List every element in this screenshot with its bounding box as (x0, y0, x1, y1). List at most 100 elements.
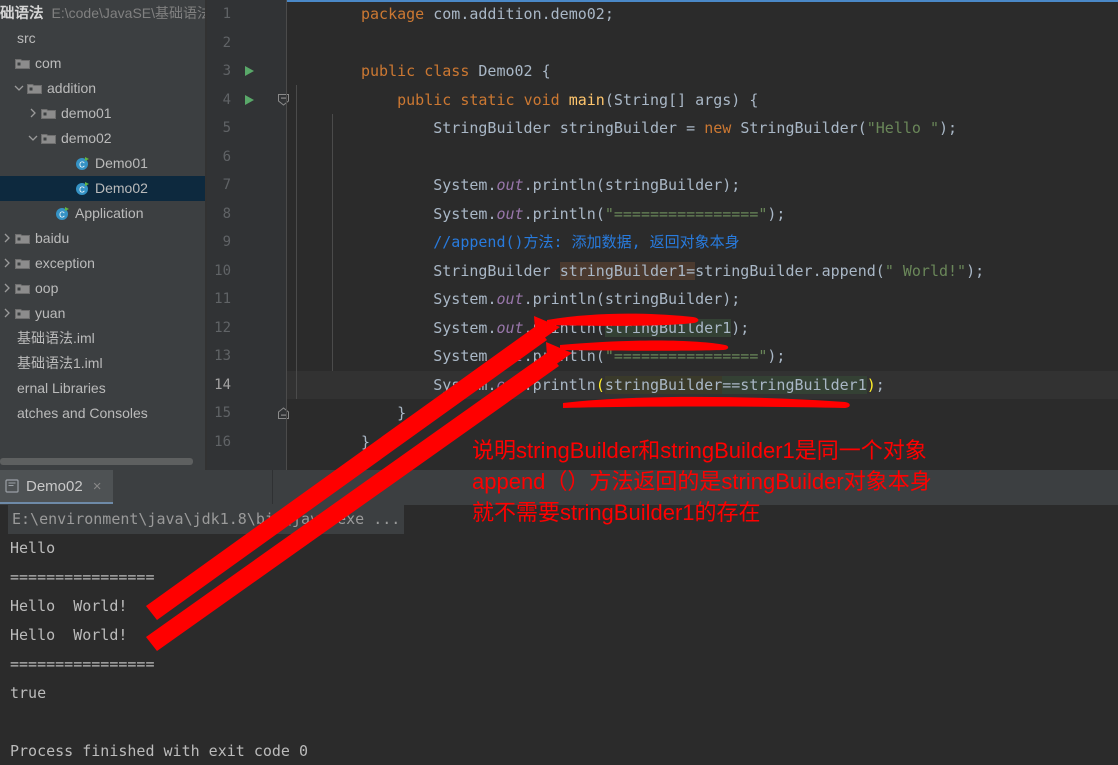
run-gutter-icon[interactable] (242, 86, 256, 115)
folder-icon (39, 107, 57, 120)
code-line-9: //append()方法: 添加数据, 返回对象本身 (433, 233, 740, 251)
tree-item-atches-and-consoles[interactable]: atches and Consoles (0, 401, 207, 426)
line-number-15: 15 (214, 405, 231, 421)
tree-item-label: demo01 (61, 105, 112, 121)
svg-text:C: C (79, 186, 85, 195)
line-number-9: 9 (222, 234, 231, 250)
tree-item-label: exception (35, 255, 95, 271)
tree-item-label: ernal Libraries (17, 380, 106, 396)
tree-item-ernal-libraries[interactable]: ernal Libraries (0, 376, 207, 401)
code-line-15: } (361, 404, 407, 422)
chevron-right-icon[interactable] (0, 251, 13, 276)
tab-divider (272, 470, 273, 504)
run-tab-bar[interactable]: Demo02 × (0, 470, 1118, 505)
code-line-16: } (361, 432, 371, 451)
chevron-right-icon[interactable] (0, 226, 13, 251)
code-line-7: System.out.println(stringBuilder); (433, 176, 741, 194)
console-line-6: true (10, 684, 47, 702)
line-number-12: 12 (214, 319, 231, 336)
console-line-2: ================ (10, 568, 155, 586)
indent-guide (332, 114, 333, 371)
code-line-3: public class Demo02 { (361, 62, 551, 80)
console-icon (4, 478, 20, 494)
code-line-11: System.out.println(stringBuilder); (433, 290, 741, 308)
project-tree-panel[interactable]: 础语法 E:\code\JavaSE\基础语法 src com addition de… (0, 0, 207, 470)
console-output[interactable]: E:\environment\java\jdk1.8\bin\java.exe … (0, 505, 1118, 765)
ide-window: 础语法 E:\code\JavaSE\基础语法 src com addition de… (0, 0, 1118, 765)
tree-item-label: demo02 (61, 130, 112, 146)
tree-item-src[interactable]: src (0, 26, 207, 51)
java-class-icon: C (73, 181, 91, 196)
code-line-8: System.out.println("================"); (433, 204, 786, 223)
tree-item-label: yuan (35, 305, 66, 321)
tree-item-label: Demo01 (95, 155, 148, 171)
tree-item-label: Demo02 (95, 180, 148, 196)
project-tree-items: src com addition demo01 demo02 C Demo01 C Demo02… (0, 26, 207, 426)
tree-item-yuan[interactable]: yuan (0, 301, 207, 326)
tree-item-label: baidu (35, 230, 70, 246)
folder-icon (13, 257, 31, 270)
tree-item-com[interactable]: com (0, 51, 207, 76)
tree-item--iml[interactable]: 基础语法.iml (0, 326, 207, 351)
code-line-5: StringBuilder stringBuilder = new String… (433, 119, 958, 137)
tree-item-label: com (35, 55, 62, 71)
line-number-4: 4 (222, 91, 231, 108)
tree-item-demo01[interactable]: C Demo01 (0, 151, 207, 176)
svg-text:C: C (79, 161, 85, 170)
tree-item-label: src (17, 30, 36, 46)
folder-icon (13, 307, 31, 320)
sidebar-horizontal-scrollbar[interactable] (0, 457, 207, 466)
line-number-3: 3 (222, 63, 231, 79)
console-line-4: Hello World! (10, 626, 128, 644)
tree-item-exception[interactable]: exception (0, 251, 207, 276)
console-line-0: E:\environment\java\jdk1.8\bin\java.exe … (8, 505, 405, 534)
run-gutter-icon[interactable] (242, 57, 256, 86)
tree-item-demo01[interactable]: demo01 (0, 101, 207, 126)
line-number-8: 8 (222, 205, 231, 222)
code-editor[interactable]: 1 2 3 4 5 6 7 8 9 10 11 12 13 14 15 16 package com.addi… (207, 0, 1118, 470)
line-number-5: 5 (222, 120, 231, 136)
editor-gutter[interactable]: 1 2 3 4 5 6 7 8 9 10 11 12 13 14 15 16 (207, 0, 289, 470)
console-line-5: ================ (10, 655, 155, 673)
line-number-13: 13 (214, 348, 231, 364)
line-number-14: 14 (214, 376, 231, 393)
line-number-7: 7 (222, 177, 231, 193)
code-line-1: package com.addition.demo02; (361, 5, 614, 23)
folder-icon (13, 232, 31, 245)
code-line-14: System.out.println(stringBuilder==string… (433, 375, 885, 394)
tree-item-application[interactable]: C Application (0, 201, 207, 226)
console-line-1: Hello (10, 539, 65, 557)
sidebar-scroll-thumb[interactable] (0, 458, 193, 465)
chevron-right-icon[interactable] (26, 101, 39, 126)
tree-item-label: 基础语法1.iml (17, 355, 103, 371)
chevron-right-icon[interactable] (0, 301, 13, 326)
tree-item-demo02[interactable]: C Demo02 (0, 176, 207, 201)
tree-item-baidu[interactable]: baidu (0, 226, 207, 251)
run-tool-window[interactable]: Demo02 × E:\environment\java\jdk1.8\bin\… (0, 470, 1118, 765)
tree-item-label: 基础语法.iml (17, 330, 95, 346)
chevron-right-icon[interactable] (0, 276, 13, 301)
run-tab-demo02[interactable]: Demo02 × (0, 470, 114, 504)
indent-guide (296, 85, 297, 399)
tree-item-label: addition (47, 80, 97, 96)
close-icon[interactable]: × (93, 478, 102, 495)
tree-item-label: atches and Consoles (17, 405, 148, 421)
line-number-10: 10 (214, 262, 231, 279)
code-text-area[interactable]: package com.addition.demo02; public clas… (287, 0, 1118, 470)
project-root-path: E:\code\JavaSE\基础语法 (51, 5, 208, 21)
line-number-6: 6 (222, 148, 231, 165)
chevron-down-icon[interactable] (12, 76, 25, 101)
tree-item-demo02[interactable]: demo02 (0, 126, 207, 151)
tree-item-addition[interactable]: addition (0, 76, 207, 101)
tree-item--1-iml[interactable]: 基础语法1.iml (0, 351, 207, 376)
line-number-16: 16 (214, 433, 231, 450)
project-root-row[interactable]: 础语法 E:\code\JavaSE\基础语法 (0, 0, 207, 26)
folder-icon (25, 82, 43, 95)
run-tab-label: Demo02 (26, 477, 83, 495)
line-number-11: 11 (214, 291, 231, 307)
code-line-4: public static void main(String[] args) { (397, 90, 759, 109)
tree-item-oop[interactable]: oop (0, 276, 207, 301)
code-line-13: System.out.println("================"); (433, 347, 786, 365)
svg-text:C: C (59, 211, 65, 220)
chevron-down-icon[interactable] (26, 126, 39, 151)
